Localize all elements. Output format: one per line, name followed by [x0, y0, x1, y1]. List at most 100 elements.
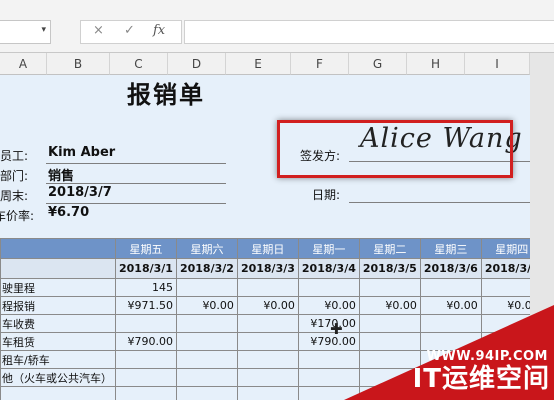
formula-input[interactable]: [184, 20, 554, 44]
value-cell[interactable]: [115, 386, 177, 400]
category-cell[interactable]: 车租赁: [0, 332, 116, 351]
value-cell[interactable]: [419, 386, 482, 400]
value-cell[interactable]: [480, 314, 530, 333]
column-header-f[interactable]: F: [291, 53, 349, 75]
value-cell[interactable]: [419, 350, 482, 369]
employee-value[interactable]: Kim Aber: [48, 145, 115, 160]
date-header-row: 2018/3/1 2018/3/2 2018/3/3 2018/3/4 2018…: [0, 258, 530, 279]
category-cell[interactable]: 驶里程: [0, 278, 116, 297]
day-header[interactable]: 星期三: [419, 238, 482, 259]
value-cell[interactable]: [358, 350, 421, 369]
date-header[interactable]: 2018/3/5: [358, 258, 421, 279]
value-cell[interactable]: [297, 350, 360, 369]
day-header[interactable]: 星期一: [297, 238, 360, 259]
column-header-h[interactable]: H: [407, 53, 465, 75]
blank-cell[interactable]: [0, 258, 116, 279]
column-header-d[interactable]: D: [168, 53, 226, 75]
value-cell[interactable]: [419, 332, 482, 351]
value-cell[interactable]: 145: [115, 278, 177, 297]
value-cell[interactable]: [236, 368, 299, 387]
table-row: 他（火车或公共汽车）: [0, 368, 530, 387]
day-header[interactable]: 星期六: [175, 238, 238, 259]
date-header[interactable]: 2018/3/2: [175, 258, 238, 279]
formula-bar-buttons: × ✓ fx: [80, 20, 182, 44]
date-header[interactable]: 2018/3/7: [480, 258, 530, 279]
category-cell[interactable]: 车收费: [0, 314, 116, 333]
column-header-a[interactable]: A: [0, 53, 47, 75]
value-cell[interactable]: [358, 278, 421, 297]
value-cell[interactable]: [236, 278, 299, 297]
column-header-i[interactable]: I: [465, 53, 530, 75]
value-cell[interactable]: [175, 350, 238, 369]
day-header[interactable]: 星期四: [480, 238, 530, 259]
value-cell[interactable]: ¥0.00: [297, 296, 360, 315]
day-header[interactable]: 星期五: [115, 238, 177, 259]
value-cell[interactable]: [480, 332, 530, 351]
value-cell[interactable]: [115, 314, 177, 333]
value-cell[interactable]: ¥170.00: [297, 314, 360, 333]
worksheet[interactable]: 报销单 员工: Kim Aber 部门: 销售 周末: 2018/3/7 车价率…: [0, 75, 530, 400]
date-header[interactable]: 2018/3/1: [115, 258, 177, 279]
chevron-down-icon[interactable]: ▾: [41, 25, 46, 35]
value-cell[interactable]: [115, 368, 177, 387]
formula-bar: ▾ × ✓ fx: [0, 0, 554, 53]
value-cell[interactable]: ¥0.00: [480, 296, 530, 315]
value-cell[interactable]: [297, 386, 360, 400]
value-cell[interactable]: [358, 332, 421, 351]
value-cell[interactable]: [358, 386, 421, 400]
value-cell[interactable]: [175, 332, 238, 351]
value-cell[interactable]: [175, 314, 238, 333]
column-header-e[interactable]: E: [226, 53, 291, 75]
date-header[interactable]: 2018/3/4: [297, 258, 360, 279]
table-row: 车收费 ¥170.00: [0, 314, 530, 333]
department-value[interactable]: 销售: [48, 165, 74, 184]
value-cell[interactable]: ¥0.00: [358, 296, 421, 315]
value-cell[interactable]: [358, 314, 421, 333]
value-cell[interactable]: ¥0.00: [236, 296, 299, 315]
date-header[interactable]: 2018/3/3: [236, 258, 299, 279]
value-cell[interactable]: [236, 332, 299, 351]
category-cell[interactable]: 租车/轿车: [0, 350, 116, 369]
value-cell[interactable]: [419, 314, 482, 333]
value-cell[interactable]: [480, 278, 530, 297]
day-header[interactable]: 星期日: [236, 238, 299, 259]
rate-value[interactable]: ¥6.70: [48, 205, 89, 220]
category-cell[interactable]: 他（火车或公共汽车）: [0, 368, 116, 387]
value-cell[interactable]: ¥790.00: [115, 332, 177, 351]
table-row: 程报销¥971.50¥0.00¥0.00¥0.00¥0.00¥0.00¥0.00…: [0, 296, 530, 315]
blank-cell[interactable]: [0, 238, 116, 259]
function-icon[interactable]: fx: [153, 23, 165, 38]
column-header-c[interactable]: C: [110, 53, 168, 75]
value-cell[interactable]: [115, 350, 177, 369]
week-end-value[interactable]: 2018/3/7: [48, 185, 112, 200]
expense-table: 星期五 星期六 星期日 星期一 星期二 星期三 星期四 2018/3/1 201…: [0, 238, 530, 400]
value-cell[interactable]: [480, 350, 530, 369]
value-cell[interactable]: [297, 368, 360, 387]
value-cell[interactable]: [419, 278, 482, 297]
value-cell[interactable]: [358, 368, 421, 387]
value-cell[interactable]: ¥971.50: [115, 296, 177, 315]
value-cell[interactable]: [175, 386, 238, 400]
value-cell[interactable]: [419, 368, 482, 387]
day-header[interactable]: 星期二: [358, 238, 421, 259]
column-header-g[interactable]: G: [349, 53, 407, 75]
week-end-label: 周末:: [0, 189, 29, 203]
value-cell[interactable]: [175, 278, 238, 297]
value-cell[interactable]: [480, 368, 530, 387]
value-cell[interactable]: ¥0.00: [175, 296, 238, 315]
category-cell[interactable]: [0, 386, 116, 400]
name-box[interactable]: ▾: [0, 20, 51, 44]
column-header-b[interactable]: B: [47, 53, 110, 75]
value-cell[interactable]: ¥790.00: [297, 332, 360, 351]
enter-icon[interactable]: ✓: [124, 23, 135, 38]
value-cell[interactable]: [297, 278, 360, 297]
value-cell[interactable]: ¥0.00: [419, 296, 482, 315]
value-cell[interactable]: [236, 314, 299, 333]
value-cell[interactable]: [480, 386, 530, 400]
date-header[interactable]: 2018/3/6: [419, 258, 482, 279]
cancel-icon[interactable]: ×: [93, 23, 104, 38]
value-cell[interactable]: [236, 350, 299, 369]
value-cell[interactable]: [175, 368, 238, 387]
value-cell[interactable]: [236, 386, 299, 400]
category-cell[interactable]: 程报销: [0, 296, 116, 315]
